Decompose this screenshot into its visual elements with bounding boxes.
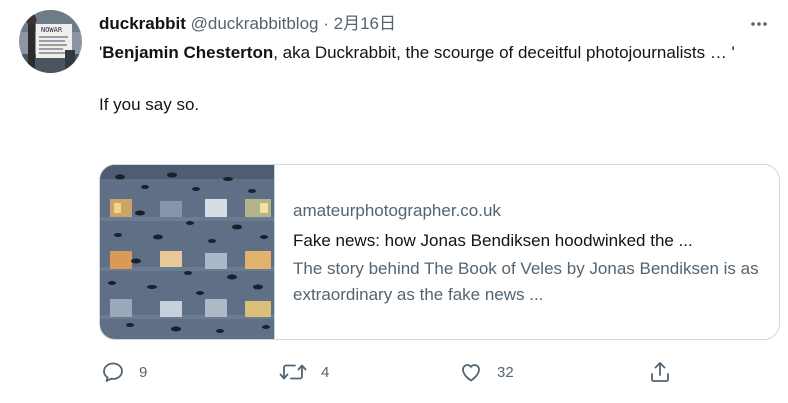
tweet-text-rest: , aka Duckrabbit, the scourge of deceitf… xyxy=(273,43,735,62)
author-handle[interactable]: @duckrabbitblog xyxy=(191,14,319,33)
retweet-count: 4 xyxy=(321,363,330,381)
action-bar: 9 4 32 xyxy=(99,357,759,387)
more-button[interactable] xyxy=(749,14,769,34)
reply-icon xyxy=(103,362,123,382)
heart-icon xyxy=(462,364,480,382)
tweet-date[interactable]: 2月16日 xyxy=(334,14,396,33)
tweet-header: duckrabbit @duckrabbitblog · 2月16日 xyxy=(99,12,396,36)
card-thumbnail xyxy=(100,165,274,339)
like-button[interactable]: 32 xyxy=(459,357,514,387)
reply-button[interactable]: 9 xyxy=(101,357,147,387)
header-separator: · xyxy=(323,14,329,33)
retweet-button[interactable]: 4 xyxy=(279,357,329,387)
avatar-sign-text: NOWAR xyxy=(41,26,63,34)
share-icon xyxy=(651,362,669,382)
reply-count: 9 xyxy=(139,363,148,381)
card-text[interactable]: amateurphotographer.co.uk Fake news: how… xyxy=(293,198,763,308)
author-name[interactable]: duckrabbit xyxy=(99,14,186,33)
tweet[interactable]: NOWAR duckrabbit @duckrabbitblog · 2月16日… xyxy=(0,0,788,403)
card-title: Fake news: how Jonas Bendiksen hoodwinke… xyxy=(293,231,693,250)
share-button[interactable] xyxy=(648,357,672,387)
tweet-text-line2: If you say so. xyxy=(99,95,200,114)
avatar-image: NOWAR xyxy=(19,10,82,73)
card-image[interactable] xyxy=(100,165,275,339)
tweet-text-bold: Benjamin Chesterton xyxy=(102,43,274,62)
more-horizontal-icon xyxy=(751,22,767,26)
tweet-text-line1: 'Benjamin Chesterton, aka Duckrabbit, th… xyxy=(99,40,759,66)
like-count: 32 xyxy=(497,363,514,381)
retweet-icon xyxy=(279,364,307,380)
avatar[interactable]: NOWAR xyxy=(19,10,82,73)
card-description: The story behind The Book of Veles by Jo… xyxy=(293,259,759,304)
card-domain: amateurphotographer.co.uk xyxy=(293,201,501,220)
tweet-text: 'Benjamin Chesterton, aka Duckrabbit, th… xyxy=(99,40,759,118)
link-card[interactable]: amateurphotographer.co.uk Fake news: how… xyxy=(99,164,780,340)
